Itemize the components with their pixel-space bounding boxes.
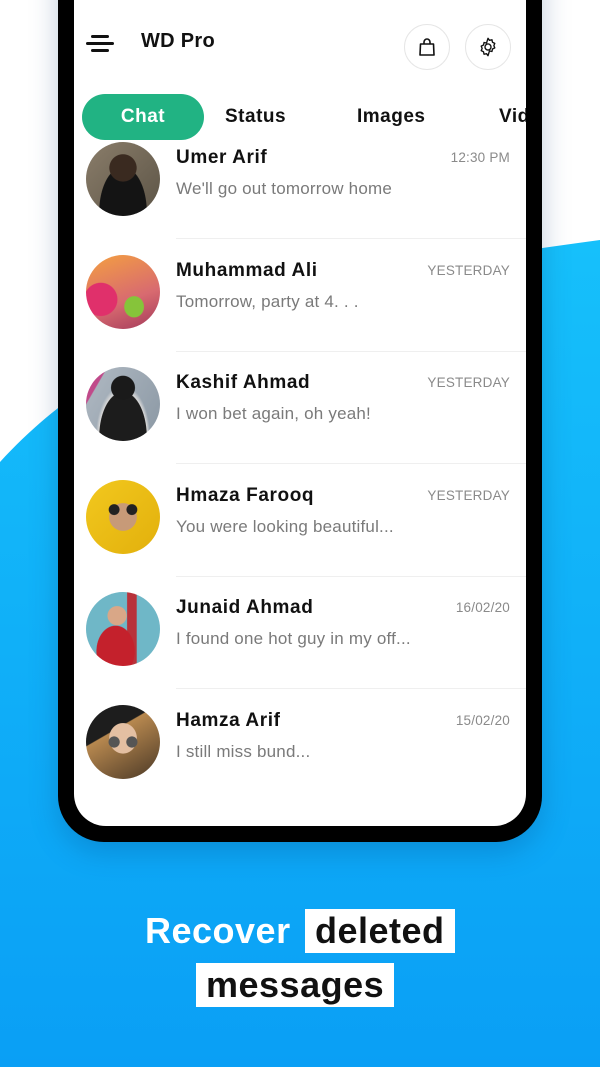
message-preview: You were looking beautiful... <box>176 516 394 536</box>
divider <box>176 688 526 689</box>
message-preview: Tomorrow, party at 4. . . <box>176 291 359 311</box>
chat-row[interactable]: Muhammad Ali Tomorrow, party at 4. . . Y… <box>74 254 526 368</box>
contact-name: Junaid Ahmad <box>176 597 314 618</box>
message-time: 15/02/20 <box>455 712 510 728</box>
avatar <box>86 254 160 329</box>
chat-row[interactable]: Umer Arif We'll go out tomorrow home 12:… <box>74 142 526 255</box>
contact-name: Umer Arif <box>176 147 268 168</box>
avatar <box>86 704 160 779</box>
app-header: WD Pro <box>74 0 526 90</box>
shopping-bag-icon <box>419 38 435 56</box>
chat-row[interactable]: Hamza Arif I still miss bund... 15/02/20 <box>74 704 526 818</box>
tab-chat[interactable]: Chat <box>82 94 204 140</box>
caption-word-deleted: deleted <box>305 909 455 953</box>
menu-icon[interactable] <box>86 35 114 55</box>
divider <box>176 463 526 464</box>
message-time: YESTERDAY <box>427 375 510 390</box>
tab-status[interactable]: Status <box>225 94 286 140</box>
divider <box>176 575 526 577</box>
chat-row[interactable]: Kashif Ahmad I won bet again, oh yeah! Y… <box>74 367 526 480</box>
contact-name: Muhammad Ali <box>176 259 318 281</box>
message-preview: We'll go out tomorrow home <box>176 179 392 198</box>
message-time: YESTERDAY <box>427 487 510 503</box>
divider <box>176 238 526 239</box>
contact-name: Kashif Ahmad <box>176 372 311 393</box>
shop-button[interactable] <box>404 24 450 70</box>
avatar <box>86 479 160 554</box>
tab-images[interactable]: Images <box>357 94 425 140</box>
phone-screen: WD Pro Chat Status Images Vid Umer Arif … <box>74 0 526 826</box>
chat-row[interactable]: Hmaza Farooq You were looking beautiful.… <box>74 479 526 593</box>
message-preview: I still miss bund... <box>176 741 311 761</box>
message-time: YESTERDAY <box>427 262 510 278</box>
app-title: WD Pro <box>141 30 216 52</box>
contact-name: Hamza Arif <box>176 709 281 731</box>
caption-word-recover: Recover <box>145 910 291 951</box>
settings-button[interactable] <box>465 24 511 70</box>
caption-word-messages: messages <box>196 963 395 1007</box>
divider <box>176 350 526 352</box>
chat-list: Umer Arif We'll go out tomorrow home 12:… <box>74 142 526 817</box>
message-preview: I found one hot guy in my off... <box>176 629 411 648</box>
message-time: 12:30 PM <box>450 150 510 165</box>
contact-name: Hmaza Farooq <box>176 484 315 506</box>
avatar <box>86 142 160 216</box>
phone-frame: WD Pro Chat Status Images Vid Umer Arif … <box>58 0 542 842</box>
tab-bar: Chat Status Images Vid <box>74 94 526 142</box>
chat-row[interactable]: Junaid Ahmad I found one hot guy in my o… <box>74 592 526 705</box>
tab-videos[interactable]: Vid <box>499 94 526 140</box>
avatar <box>86 592 160 666</box>
message-preview: I won bet again, oh yeah! <box>176 404 371 423</box>
message-time: 16/02/20 <box>455 600 510 615</box>
promo-caption: Recover deleted messages <box>0 905 600 1007</box>
avatar <box>86 367 160 441</box>
gear-icon <box>480 37 496 57</box>
